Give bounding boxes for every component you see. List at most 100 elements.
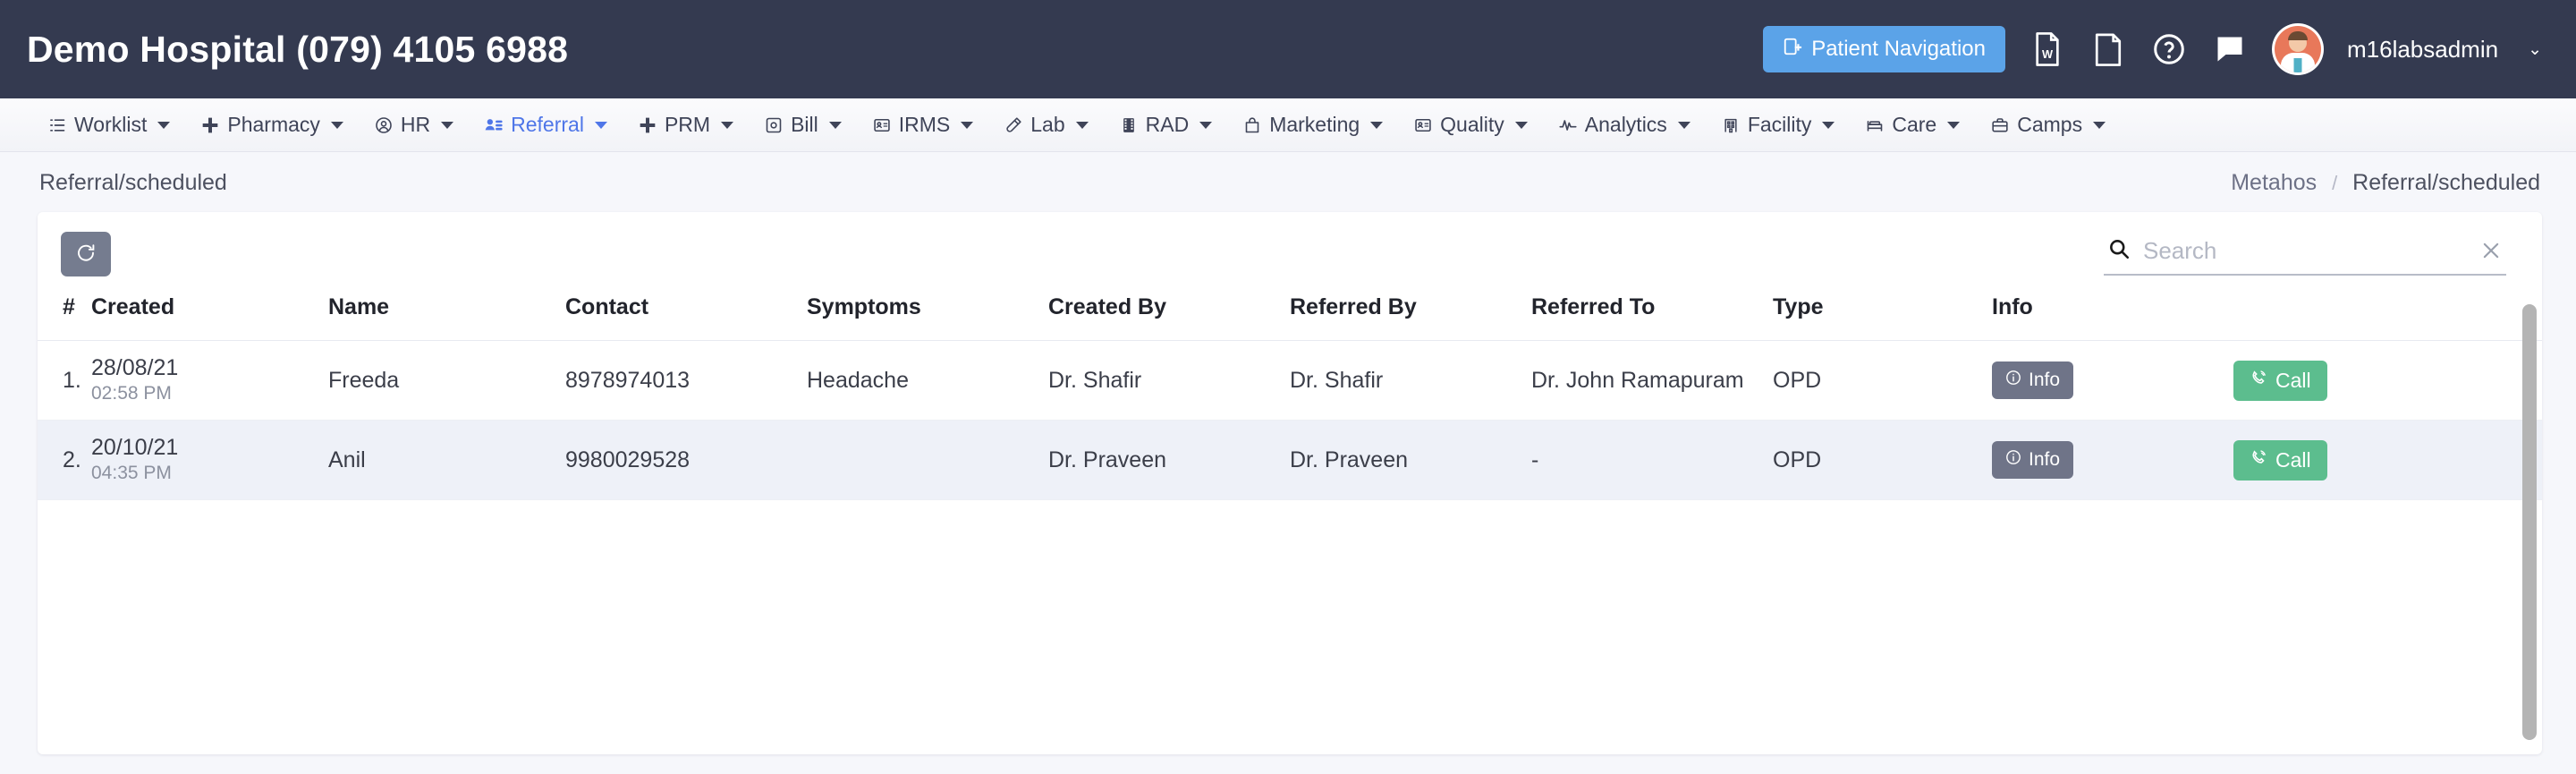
patient-navigation-button[interactable]: Patient Navigation [1763,26,2005,72]
patient-navigation-label: Patient Navigation [1811,37,1986,61]
chevron-down-icon [1822,121,1835,129]
nav-item-analytics[interactable]: Analytics [1543,98,1706,152]
bed-icon [1865,115,1885,135]
app-header: Demo Hospital (079) 4105 6988 Patient Na… [0,0,2576,98]
column-header-created[interactable]: Created [91,285,328,341]
patient-navigation-icon [1783,37,1802,63]
nav-item-facility[interactable]: Facility [1706,98,1851,152]
header-actions: Patient Navigation W m16labsadmin ⌄ [1763,23,2542,75]
nav-item-marketing[interactable]: Marketing [1227,98,1398,152]
search-input[interactable] [2143,236,2467,265]
info-button-label: Info [2029,449,2061,471]
created-time: 02:58 PM [91,382,172,404]
call-button-label: Call [2275,447,2311,472]
breadcrumb-root[interactable]: Metahos [2231,170,2317,195]
nav-item-prm[interactable]: PRM [623,98,749,152]
briefcase-icon [1990,115,2010,135]
column-header-created-by[interactable]: Created By [1048,285,1290,341]
info-circle-icon [2005,449,2021,471]
chevron-down-icon [1514,121,1528,129]
column-header-type[interactable]: Type [1773,285,1992,341]
column-header-referred-by[interactable]: Referred By [1290,285,1531,341]
cell-type: OPD [1773,420,1992,501]
call-button[interactable]: Call [2233,439,2327,481]
cell-referred-by: Dr. Praveen [1290,420,1531,501]
column-header-contact[interactable]: Contact [565,285,807,341]
page-title: Referral/scheduled [39,170,227,195]
call-button[interactable]: Call [2233,360,2327,401]
chevron-down-icon [721,121,734,129]
username-label[interactable]: m16labsadmin [2347,36,2498,64]
search-box[interactable] [2104,234,2506,276]
user-list-icon [484,115,504,135]
cell-name: Freeda [328,340,565,421]
created-date: 28/08/21 [91,355,179,380]
nav-item-rad[interactable]: RAD [1104,98,1228,152]
nav-label: Lab [1030,113,1065,136]
chevron-down-icon [1677,121,1690,129]
id-card-icon [872,115,892,135]
nav-item-lab[interactable]: Lab [988,98,1103,152]
avatar[interactable] [2271,23,2324,75]
info-button[interactable]: Info [1992,441,2074,480]
cell-contact: 9980029528 [565,420,807,501]
nav-label: Bill [791,113,818,136]
info-button[interactable]: Info [1992,361,2074,400]
cell-index: 2. [38,420,91,501]
nav-label: Worklist [74,113,148,136]
chevron-down-icon [1947,121,1961,129]
nav-item-referral[interactable]: Referral [469,98,623,152]
cell-referred-to: Dr. John Ramapuram [1531,340,1773,421]
close-icon[interactable] [2479,239,2503,262]
table-head: # Created Name Contact Symptoms Created … [38,285,2542,341]
column-header-referred-to[interactable]: Referred To [1531,285,1773,341]
cell-created: 28/08/21 02:58 PM [91,340,328,421]
cell-symptoms: Headache [807,340,1048,421]
chat-bubble-icon[interactable] [2211,29,2249,70]
cell-index: 1. [38,340,91,421]
nav-item-pharmacy[interactable]: Pharmacy [185,98,359,152]
cell-info: Info [1992,340,2233,421]
nav-item-irms[interactable]: IRMS [857,98,989,152]
refresh-icon [75,242,97,267]
svg-text:W: W [2042,47,2054,61]
nav-label: Pharmacy [227,113,320,136]
test-tube-icon [1004,115,1023,135]
table-row[interactable]: 1. 28/08/21 02:58 PM Freeda 8978974013 H… [38,340,2542,421]
table-row[interactable]: 2. 20/10/21 04:35 PM Anil 9980029528 Dr.… [38,420,2542,501]
user-circle-icon [374,115,394,135]
list-icon [47,115,67,135]
scrollbar-thumb[interactable] [2522,304,2537,740]
breadcrumb-separator: / [2332,172,2338,194]
plus-icon [638,115,657,135]
table-scrollbar[interactable] [2522,304,2537,754]
breadcrumb-row: Referral/scheduled Metahos / Referral/sc… [0,152,2576,212]
cell-symptoms [807,420,1048,501]
word-document-icon[interactable]: W [2029,29,2066,70]
nav-item-bill[interactable]: Bill [749,98,857,152]
nav-label: RAD [1145,113,1190,136]
id-card-icon [1413,115,1433,135]
column-header-info[interactable]: Info [1992,285,2233,341]
nav-item-hr[interactable]: HR [359,98,469,152]
nav-item-worklist[interactable]: Worklist [32,98,185,152]
cell-created-by: Dr. Shafir [1048,340,1290,421]
file-icon[interactable] [2089,29,2127,70]
column-header-symptoms[interactable]: Symptoms [807,285,1048,341]
referred-to-value: Dr. John Ramapuram [1531,367,1744,393]
column-header-index[interactable]: # [38,285,91,341]
help-circle-icon[interactable] [2150,29,2188,70]
nav-label: Referral [511,113,584,136]
nav-item-care[interactable]: Care [1850,98,1975,152]
referral-table-card: # Created Name Contact Symptoms Created … [38,212,2542,754]
nav-item-camps[interactable]: Camps [1975,98,2121,152]
plus-icon [200,115,220,135]
referral-table: # Created Name Contact Symptoms Created … [38,285,2542,501]
chevron-down-icon [1199,121,1213,129]
cell-created: 20/10/21 04:35 PM [91,420,328,501]
cell-type: OPD [1773,340,1992,421]
refresh-button[interactable] [61,232,111,276]
chevron-down-icon[interactable]: ⌄ [2528,39,2542,60]
column-header-name[interactable]: Name [328,285,565,341]
nav-item-quality[interactable]: Quality [1398,98,1543,152]
